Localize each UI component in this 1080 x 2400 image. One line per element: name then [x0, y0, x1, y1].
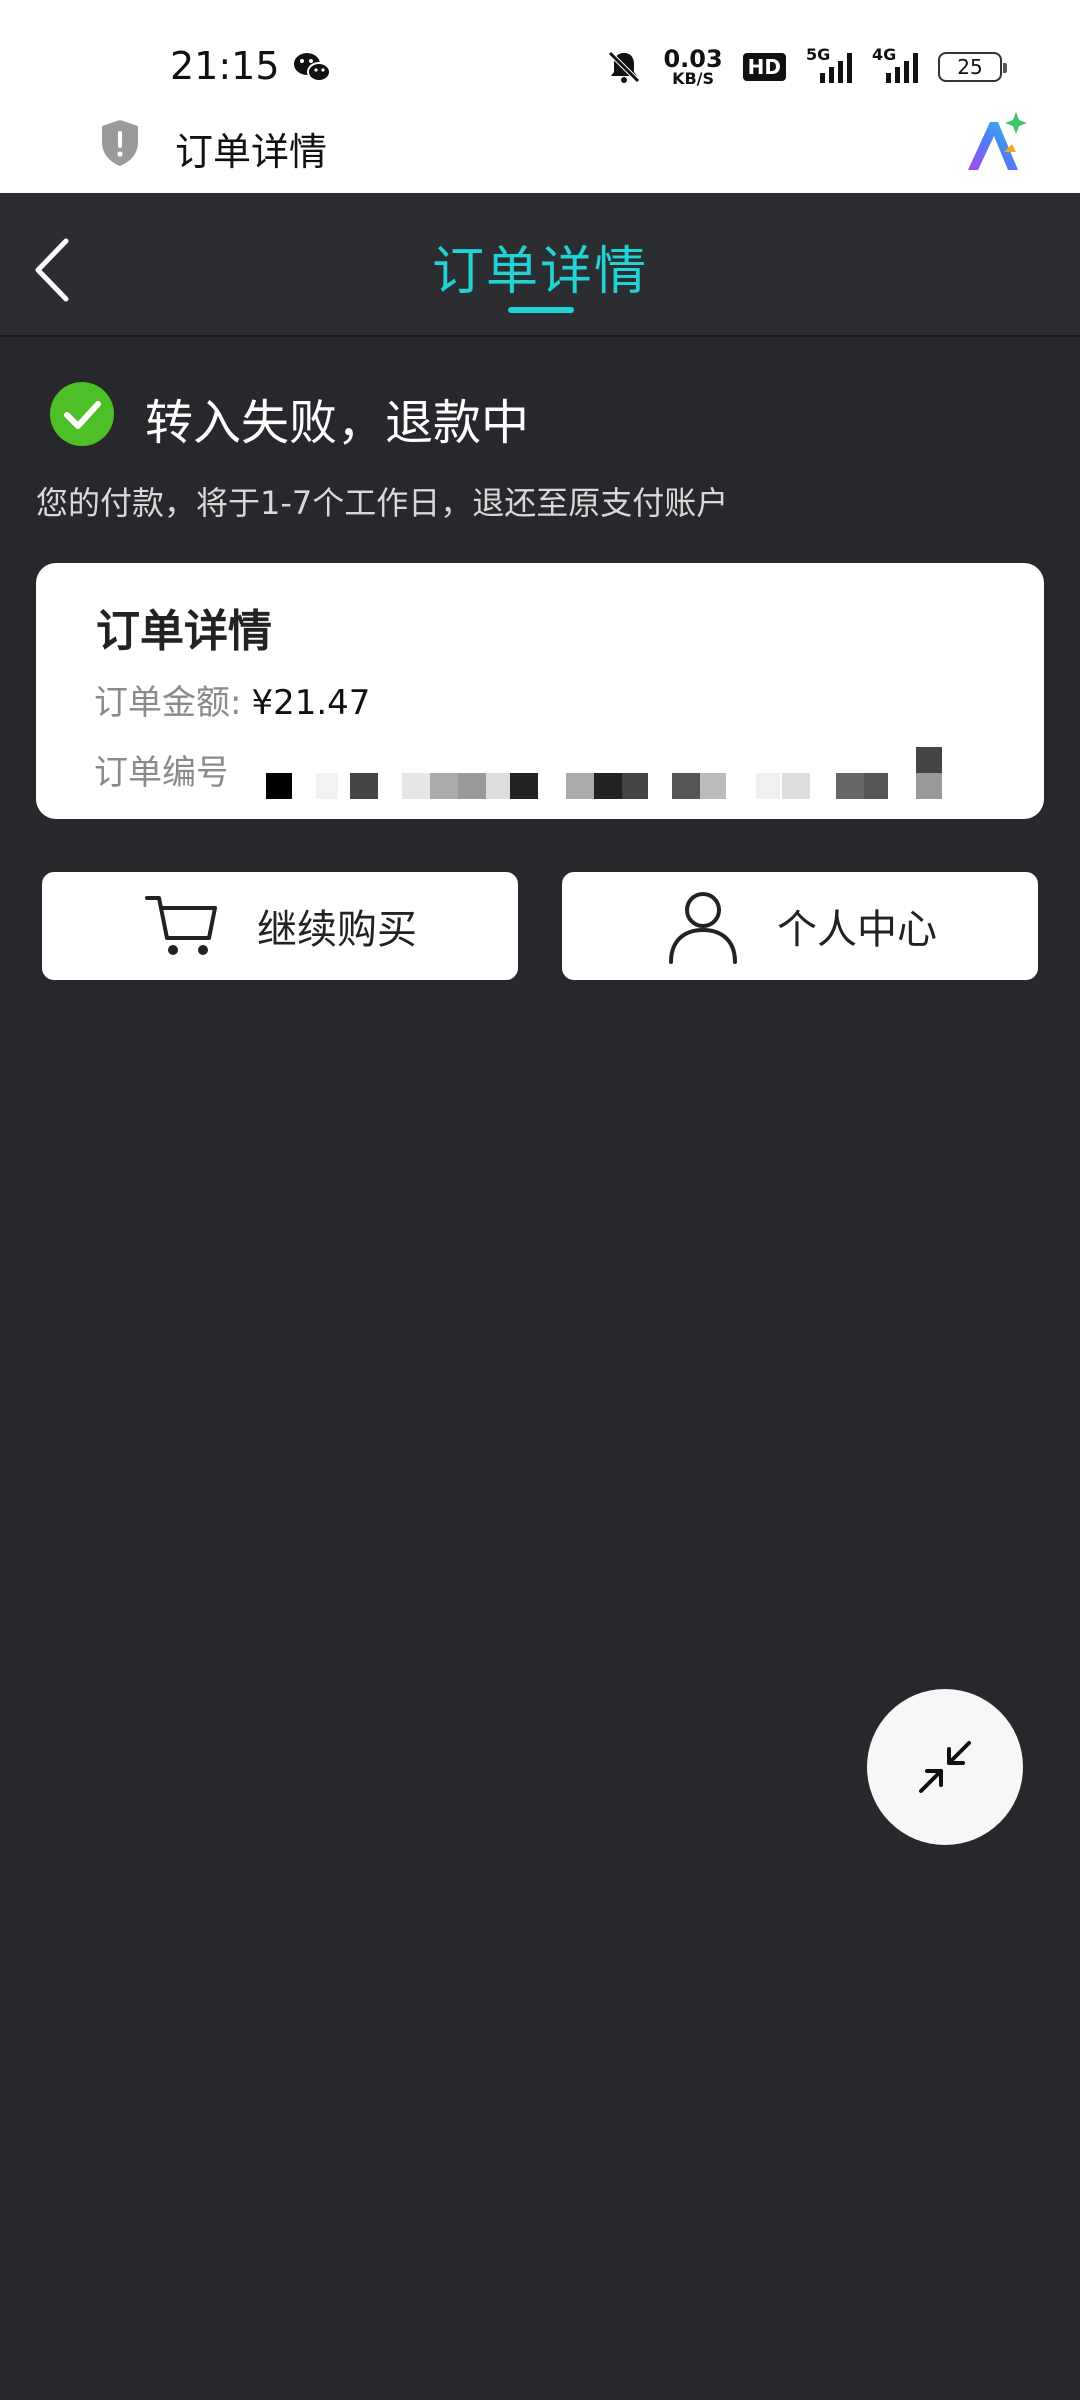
status-title: 转入失败，退款中	[145, 395, 530, 451]
cart-icon	[145, 896, 217, 955]
redacted-order-number	[226, 741, 1026, 801]
nav-bar: 订单详情	[0, 193, 1080, 337]
battery-icon: 25	[938, 52, 1007, 82]
continue-buy-button[interactable]: 继续购买	[42, 872, 518, 980]
order-amount-row: 订单金额: ¥21.47	[94, 675, 370, 724]
order-amount-value: ¥21.47	[251, 683, 371, 723]
app-title: 订单详情	[175, 130, 328, 174]
status-time: 21:15	[170, 44, 280, 88]
order-detail-card: 订单详情 订单金额: ¥21.47 订单编号	[36, 563, 1044, 819]
order-number-row: 订单编号	[94, 745, 230, 794]
order-number-label: 订单编号	[94, 753, 230, 793]
ai-assistant-icon[interactable]	[960, 108, 1030, 178]
card-title: 订单详情	[96, 606, 272, 657]
wechat-icon	[294, 53, 331, 82]
hd-badge: HD	[742, 53, 786, 81]
personal-center-label: 个人中心	[777, 907, 937, 953]
bell-muted-icon	[608, 51, 641, 83]
personal-center-button[interactable]: 个人中心	[562, 872, 1038, 980]
check-circle-icon	[50, 382, 114, 446]
page-title: 订单详情	[431, 242, 648, 302]
status-bar: 21:15 0.03 KB/S HD 5G 4G 25	[0, 0, 1080, 108]
shield-alert-icon[interactable]	[98, 118, 142, 168]
title-underline	[508, 307, 574, 313]
order-amount-label: 订单金额:	[94, 683, 242, 723]
net-speed: 0.03 KB/S	[663, 45, 723, 88]
signal-5g-icon: 5G	[806, 45, 852, 83]
status-right-group: 0.03 KB/S HD 5G 4G 25	[605, 44, 1007, 90]
signal-4g-icon: 4G	[872, 45, 918, 83]
status-subtitle: 您的付款，将于1-7个工作日，退还至原支付账户	[36, 484, 729, 522]
app-top-bar: 订单详情	[0, 108, 1080, 193]
collapse-arrows-icon	[919, 1741, 971, 1793]
user-icon	[669, 892, 737, 964]
minimize-float-button[interactable]	[867, 1689, 1023, 1845]
continue-buy-label: 继续购买	[257, 907, 417, 953]
